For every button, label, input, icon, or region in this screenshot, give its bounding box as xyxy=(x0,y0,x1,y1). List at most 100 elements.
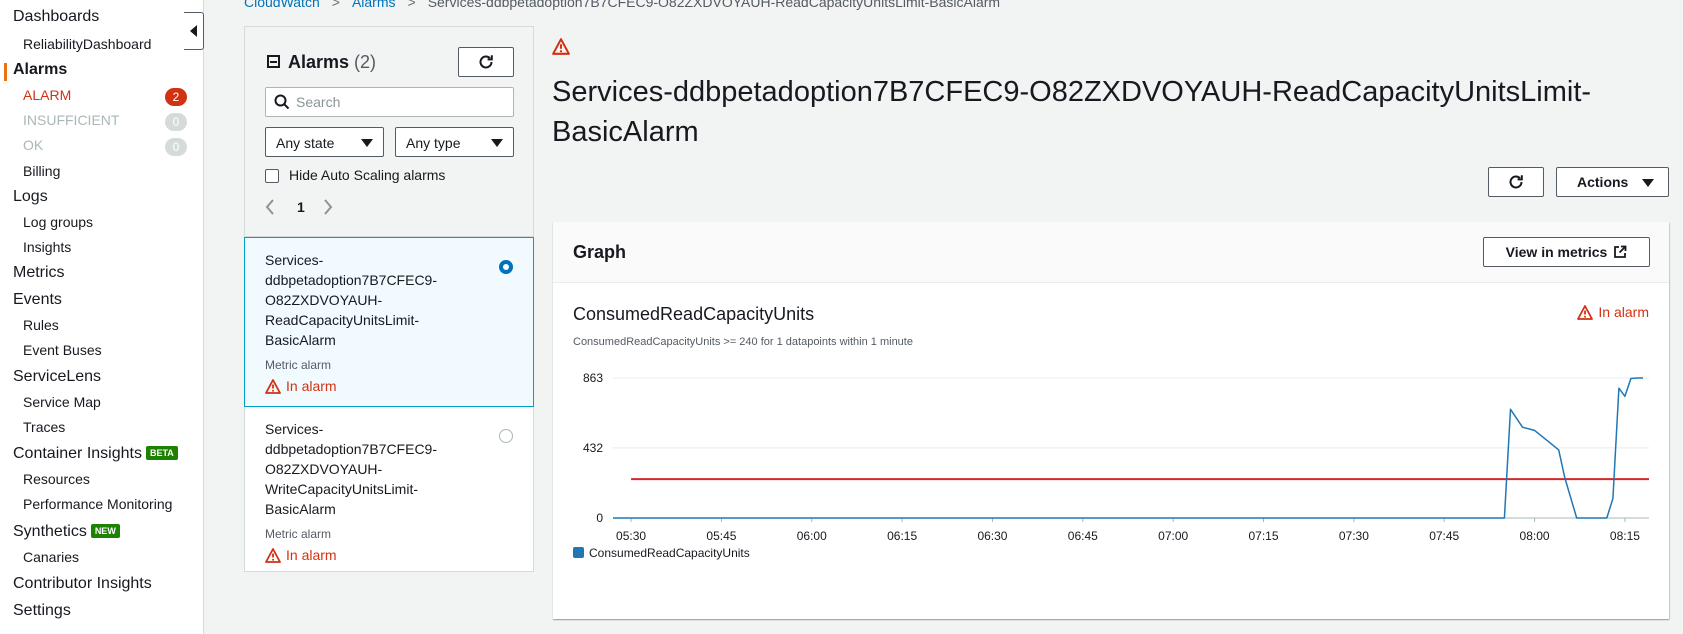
hide-autoscaling-label[interactable]: Hide Auto Scaling alarms xyxy=(289,167,445,183)
sidebar-item-label: Traces xyxy=(23,419,66,435)
sidebar-item-event-buses[interactable]: Event Buses xyxy=(23,342,102,358)
sidebar-item-label: Contributor Insights xyxy=(13,575,152,592)
sidebar-item-performance-monitoring[interactable]: Performance Monitoring xyxy=(23,496,172,512)
warning-icon xyxy=(265,548,281,563)
x-tick-label: 07:45 xyxy=(1429,529,1459,543)
alarm-list-item[interactable]: Services-ddbpetadoption7B7CFEC9-O82ZXDVO… xyxy=(244,237,534,407)
breadcrumb-link-cloudwatch[interactable]: CloudWatch xyxy=(244,0,320,10)
alarm-select-radio[interactable] xyxy=(499,429,513,443)
chevron-right-icon[interactable] xyxy=(323,198,333,216)
warning-icon xyxy=(552,38,570,55)
hide-autoscaling-checkbox[interactable] xyxy=(265,169,279,183)
alarm-state: In alarm xyxy=(265,378,513,394)
sidebar-item-label: ReliabilityDashboard xyxy=(23,36,152,52)
x-tick-label: 08:15 xyxy=(1610,529,1640,543)
breadcrumb: CloudWatch > Alarms > Services-ddbpetadoptio… xyxy=(244,0,1000,10)
sidebar-item-logs[interactable]: Logs xyxy=(13,188,48,206)
sidebar-item-container-insights[interactable]: Container Insights BETA xyxy=(13,445,178,463)
alarm-list-item[interactable]: Services-ddbpetadoption7B7CFEC9-O82ZXDVO… xyxy=(245,407,533,573)
legend-swatch xyxy=(573,547,584,558)
sidebar-item-alarms[interactable]: Alarms xyxy=(13,61,67,79)
alarm-type: Metric alarm xyxy=(265,358,332,372)
sidebar-item-insights[interactable]: Insights xyxy=(23,239,71,255)
sidebar-item-label: Dashboards xyxy=(13,8,100,25)
sidebar-item-billing[interactable]: Billing xyxy=(23,163,60,179)
breadcrumb-current: Services-ddbpetadoption7B7CFEC9-O82ZXDVO… xyxy=(427,0,1001,10)
view-in-metrics-button[interactable]: View in metrics xyxy=(1483,237,1650,267)
breadcrumb-link-alarms[interactable]: Alarms xyxy=(352,0,396,10)
sidebar-item-label: Events xyxy=(13,291,62,308)
sidebar-item-log-groups[interactable]: Log groups xyxy=(23,214,93,230)
x-tick-label: 07:30 xyxy=(1339,529,1369,543)
chevron-left-icon[interactable] xyxy=(265,198,275,216)
alarm-state-text: In alarm xyxy=(286,378,337,394)
alarm-list-title-text: Alarms xyxy=(288,52,350,72)
chevron-right-icon: > xyxy=(331,0,340,10)
external-link-icon xyxy=(1614,245,1627,258)
collapse-list-icon[interactable] xyxy=(267,55,280,68)
sidebar-item-label: Insights xyxy=(23,239,72,255)
active-indicator xyxy=(4,63,7,81)
sidebar-item-rules[interactable]: Rules xyxy=(23,317,59,333)
x-tick-label: 07:15 xyxy=(1248,529,1278,543)
x-tick-label: 06:30 xyxy=(977,529,1007,543)
page-number[interactable]: 1 xyxy=(297,199,305,215)
sidebar-item-settings[interactable]: Settings xyxy=(13,602,71,620)
sidebar-item-label: INSUFFICIENT xyxy=(23,112,120,128)
x-tick-label: 05:30 xyxy=(616,529,646,543)
collapse-sidebar-button[interactable] xyxy=(184,12,204,50)
sidebar-item-label: Container Insights xyxy=(13,445,142,462)
sidebar-item-servicelens[interactable]: ServiceLens xyxy=(13,368,101,386)
x-tick-label: 05:45 xyxy=(706,529,736,543)
sidebar-item-label: Service Map xyxy=(23,394,101,410)
alarm-state: In alarm xyxy=(265,547,513,563)
sidebar-item-label: OK xyxy=(23,137,44,153)
sidebar-item-contributor-insights[interactable]: Contributor Insights xyxy=(13,575,152,593)
metric-state: In alarm xyxy=(1577,304,1649,320)
alarm-type: Metric alarm xyxy=(265,527,332,541)
sidebar-item-label: ALARM xyxy=(23,87,72,103)
sidebar-item-ok[interactable]: OK xyxy=(23,137,43,153)
refresh-alarm-button[interactable] xyxy=(1488,167,1544,197)
type-filter-select[interactable]: Any type xyxy=(395,127,514,157)
view-in-metrics-label: View in metrics xyxy=(1505,244,1608,260)
actions-label: Actions xyxy=(1577,174,1629,190)
search-input-wrapper[interactable] xyxy=(265,87,514,117)
metric-title: ConsumedReadCapacityUnits xyxy=(573,304,815,324)
sidebar-item-label: Canaries xyxy=(23,549,80,565)
sidebar-item-metrics[interactable]: Metrics xyxy=(13,264,65,282)
sidebar: Dashboards ReliabilityDashboard Alarms ALAR… xyxy=(0,0,204,634)
sidebar-count-badge: 0 xyxy=(165,138,187,156)
state-filter-value: Any state xyxy=(276,135,335,151)
sidebar-item-reliabilitydashboard[interactable]: ReliabilityDashboard xyxy=(23,36,151,52)
sidebar-item-resources[interactable]: Resources xyxy=(23,471,90,487)
alarm-list-header: Alarms (2) Any state Any type Hide Auto … xyxy=(245,27,533,237)
sidebar-item-label: Synthetics xyxy=(13,523,87,540)
sidebar-item-dashboards[interactable]: Dashboards xyxy=(13,8,99,26)
sidebar-item-synthetics[interactable]: Synthetics NEW xyxy=(13,523,120,541)
sidebar-item-insufficient[interactable]: INSUFFICIENT xyxy=(23,112,119,128)
type-filter-value: Any type xyxy=(406,135,461,151)
sidebar-item-events[interactable]: Events xyxy=(13,291,62,309)
search-input[interactable] xyxy=(296,94,496,110)
sidebar-item-canaries[interactable]: Canaries xyxy=(23,549,79,565)
sidebar-item-service-map[interactable]: Service Map xyxy=(23,394,101,410)
graph-panel-header: Graph View in metrics xyxy=(553,222,1669,283)
refresh-icon xyxy=(1509,175,1523,189)
refresh-icon xyxy=(479,55,493,69)
sidebar-item-traces[interactable]: Traces xyxy=(23,419,65,435)
refresh-alarms-button[interactable] xyxy=(458,47,514,77)
alarm-list-title: Alarms (2) xyxy=(267,52,376,73)
alarm-list-panel: Alarms (2) Any state Any type Hide Auto … xyxy=(244,26,534,572)
alarm-select-radio[interactable] xyxy=(499,260,513,274)
sidebar-item-alarm[interactable]: ALARM xyxy=(23,87,71,103)
caret-down-icon xyxy=(1642,179,1654,187)
state-filter-select[interactable]: Any state xyxy=(265,127,384,157)
x-tick-label: 06:00 xyxy=(797,529,827,543)
page-title: Services-ddbpetadoption7B7CFEC9-O82ZXDVO… xyxy=(552,76,1592,148)
alarm-list-count: (2) xyxy=(354,52,377,72)
caret-down-icon xyxy=(491,139,503,147)
actions-dropdown-button[interactable]: Actions xyxy=(1556,167,1669,197)
alarm-name: Services-ddbpetadoption7B7CFEC9-O82ZXDVO… xyxy=(265,421,438,517)
search-icon xyxy=(274,94,290,110)
